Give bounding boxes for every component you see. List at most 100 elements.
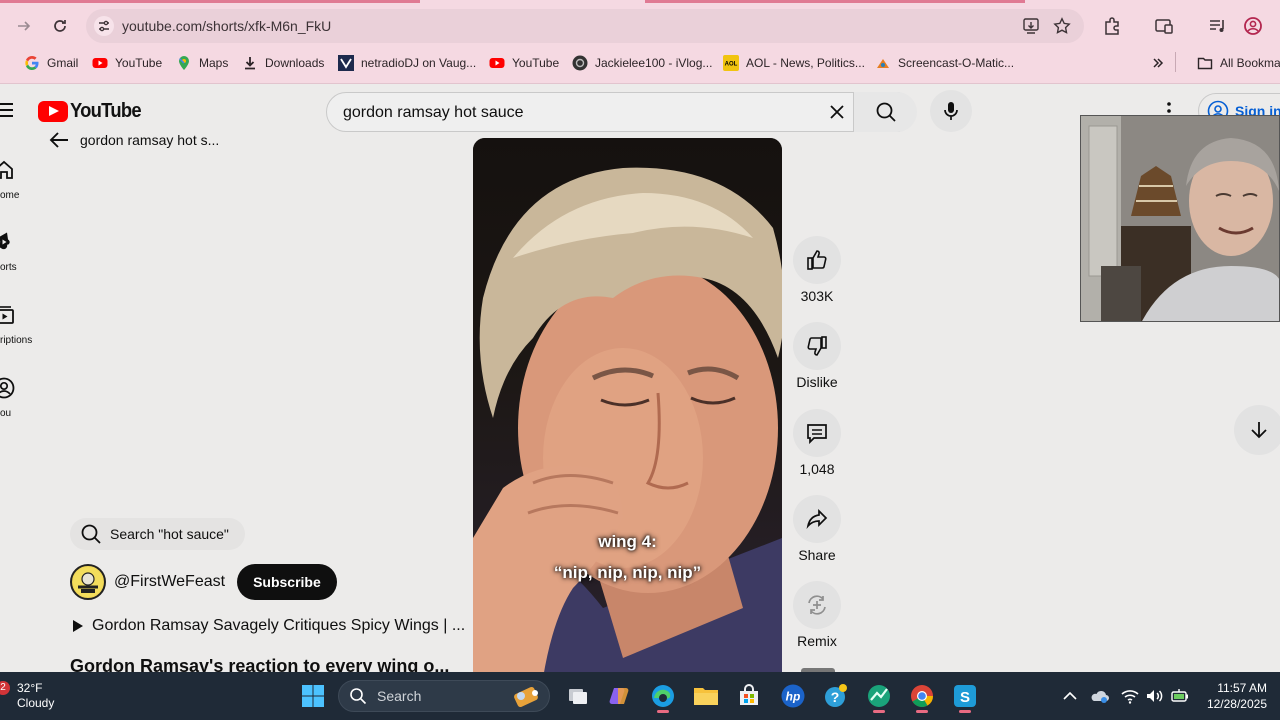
maps-icon [179,56,189,70]
next-short-button[interactable] [1234,405,1280,455]
cast-media-icon[interactable] [1154,16,1174,36]
caption-line-2: “nip, nip, nip, nip” [553,563,702,582]
green-app-icon [868,685,890,707]
back-to-results[interactable]: gordon ramsay hot s... [48,130,219,150]
star-bookmark-icon[interactable] [1053,17,1071,35]
menu-icon[interactable] [0,103,13,117]
download-icon [245,57,255,70]
nav-item-shorts[interactable]: orts [0,230,40,290]
search-icon [350,688,367,705]
store-icon [740,684,758,705]
dislike-button[interactable] [793,322,841,370]
related-video-title: Gordon Ramsay Savagely Critiques Spicy W… [92,617,466,634]
comment-icon [807,424,827,444]
taskbar-hp[interactable]: hp [775,678,811,714]
search-icon [81,524,101,544]
bookmark-label: YouTube [115,56,163,70]
bookmark-aol[interactable]: AOL AOL - News, Politics... [723,53,865,73]
subscribe-button[interactable]: Subscribe [237,564,337,600]
webcam-overlay [1080,115,1280,322]
site-info-icon[interactable] [94,16,114,36]
folder-icon [694,688,718,705]
search-chip-label: Search "hot sauce" [110,526,229,542]
windows-start-icon[interactable] [301,684,325,708]
tab-strip-edge [645,0,1025,3]
nav-item-you[interactable]: ou [0,376,40,436]
weather-widget[interactable]: 2 32°F Cloudy [0,678,80,714]
clear-search-icon[interactable] [827,102,847,122]
media-controls-icon[interactable] [1207,16,1227,36]
profile-icon[interactable] [1243,16,1263,36]
taskbar-store[interactable] [731,678,767,714]
install-app-icon[interactable] [1022,17,1040,35]
tab-strip-edge [0,0,420,3]
extensions-icon[interactable] [1102,16,1122,36]
comments-button[interactable] [793,409,841,457]
windows-taskbar: 2 32°F Cloudy Search hp ? S 11:57 AM 12/… [0,672,1280,720]
bookmark-netradiodj[interactable]: netradioDJ on Vaug... [338,53,476,73]
volume-icon[interactable] [1144,686,1164,706]
remix-action: Remix [793,581,841,649]
related-video-link[interactable]: Gordon Ramsay Savagely Critiques Spicy W… [72,617,465,635]
search-input[interactable]: gordon ramsay hot sauce [343,104,524,122]
bookmark-maps[interactable]: Maps [176,53,228,73]
nav-label: riptions [0,335,33,346]
like-button[interactable] [793,236,841,284]
remix-button[interactable] [793,581,841,629]
bookmarks-divider [1175,52,1176,72]
voice-search-button[interactable] [930,90,972,132]
bookmark-gmail[interactable]: Gmail [24,53,78,73]
share-action: Share [793,495,841,563]
forward-button[interactable] [10,12,38,40]
taskbar-help[interactable]: ? [818,678,854,714]
all-bookmarks[interactable]: All Bookma [1197,53,1280,73]
bookmark-downloads[interactable]: Downloads [242,53,324,73]
channel-avatar[interactable] [70,564,106,600]
edge-browser-icon [652,685,674,707]
taskbar-task-view[interactable] [560,678,596,714]
taskbar-search[interactable]: Search [338,680,550,712]
task-view-icon [569,689,587,704]
caption-line-1: wing 4: [598,532,657,551]
svg-text:hp: hp [786,690,801,704]
system-clock[interactable]: 11:57 AM 12/28/2025 [1207,680,1267,712]
share-icon [806,508,828,530]
microphone-icon [944,102,958,120]
bookmark-label: Downloads [265,56,325,70]
folder-icon [1197,57,1213,70]
wifi-icon[interactable] [1120,686,1140,706]
bookmark-youtube[interactable]: YouTube [92,53,162,73]
channel-name[interactable]: @FirstWeFeast [114,573,225,591]
search-button[interactable] [853,92,917,132]
nav-item-home[interactable]: ome [0,158,40,218]
share-button[interactable] [793,495,841,543]
nav-item-subscriptions[interactable]: riptions [0,303,40,363]
vaughn-icon [338,55,354,71]
onedrive-icon[interactable] [1090,686,1110,706]
taskbar-chrome[interactable] [904,678,940,714]
bookmark-screencast[interactable]: Screencast-O-Matic... [875,53,1014,73]
taskbar-copilot[interactable] [602,678,638,714]
back-query-title: gordon ramsay hot s... [80,132,220,148]
shorts-video-player[interactable]: wing 4: “nip, nip, nip, nip” [473,138,782,698]
channel-row: @FirstWeFeast Subscribe [70,564,337,600]
help-icon: ? [825,684,847,707]
search-suggestion-chip[interactable]: Search "hot sauce" [70,518,245,550]
address-bar[interactable]: youtube.com/shorts/xfk-M6n_FkU [86,9,1084,43]
taskbar-file-explorer[interactable] [688,678,724,714]
taskbar-app-sway[interactable] [861,678,897,714]
nav-label: ome [0,190,20,201]
thumbs-down-icon [807,336,827,356]
bookmark-youtube-2[interactable]: YouTube [489,53,559,73]
youtube-logo[interactable]: YouTube [38,100,147,123]
play-icon [73,620,83,632]
battery-charging-icon[interactable] [1170,686,1190,706]
url-text[interactable]: youtube.com/shorts/xfk-M6n_FkU [122,18,331,34]
taskbar-screencast[interactable]: S [947,678,983,714]
reload-button[interactable] [46,12,74,40]
chevron-more-icon[interactable] [1151,56,1165,70]
taskbar-edge[interactable] [645,678,681,714]
show-hidden-icons-chevron-icon[interactable] [1060,686,1080,706]
youtube-icon [92,58,108,68]
bookmark-jackielee[interactable]: Jackielee100 - iVlog... [572,53,712,73]
